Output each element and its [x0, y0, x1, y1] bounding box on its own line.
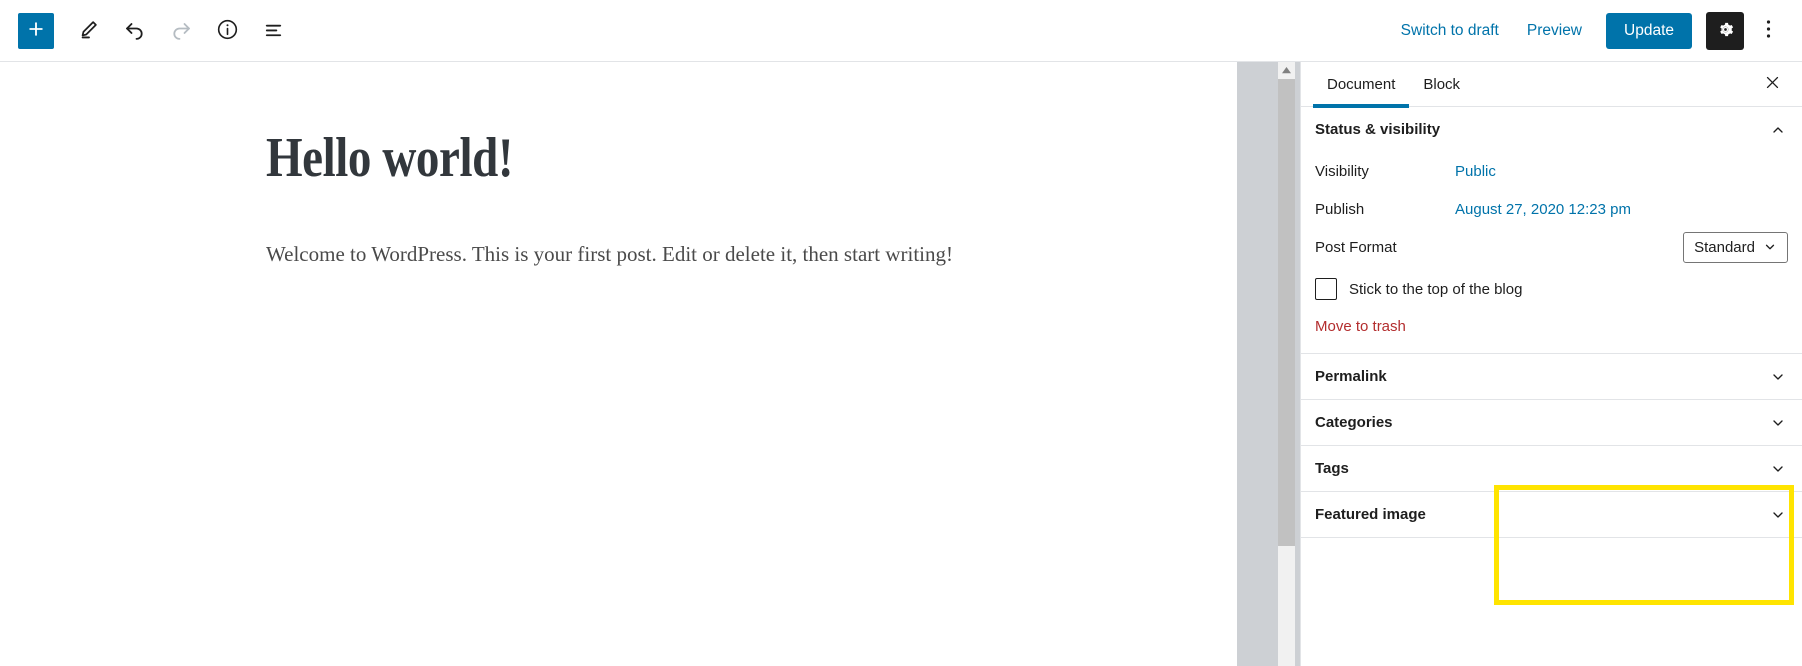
publish-label: Publish: [1315, 200, 1365, 218]
post-title[interactable]: Hello world!: [266, 127, 514, 190]
post-format-selected-value: Standard: [1694, 238, 1755, 256]
redo-button[interactable]: [158, 8, 204, 54]
chevron-down-icon: [1763, 240, 1777, 254]
row-publish: Publish August 27, 2020 12:23 pm: [1315, 190, 1788, 228]
kebab-menu-icon: [1766, 18, 1771, 43]
sticky-label: Stick to the top of the blog: [1349, 280, 1523, 298]
panel-status-and-visibility: Status & visibility Visibility Public Pu…: [1301, 107, 1802, 354]
undo-arrow-icon: [123, 17, 147, 44]
panel-title-categories: Categories: [1315, 414, 1393, 431]
pencil-icon: [78, 18, 100, 43]
post-format-label: Post Format: [1315, 238, 1397, 256]
panel-title-permalink: Permalink: [1315, 368, 1387, 385]
panel-header-status-and-visibility[interactable]: Status & visibility: [1301, 107, 1802, 152]
settings-button[interactable]: [1706, 11, 1744, 50]
chevron-down-icon: [1770, 461, 1786, 477]
panel-header-tags[interactable]: Tags: [1301, 446, 1802, 491]
post-format-select[interactable]: Standard: [1683, 231, 1788, 263]
panel-title-status-and-visibility: Status & visibility: [1315, 121, 1441, 138]
editor-top-toolbar: Switch to draft Preview Update: [0, 0, 1802, 62]
block-inserter-button[interactable]: [18, 12, 54, 49]
redo-arrow-icon: [169, 17, 193, 44]
toolbar-right-group: Switch to draft Preview Update: [1387, 11, 1802, 51]
info-circle-icon: [216, 18, 239, 44]
scroll-up-arrow-icon[interactable]: [1278, 62, 1295, 79]
preview-button[interactable]: Preview: [1513, 14, 1596, 48]
wordpress-block-editor: Switch to draft Preview Update Hello wor…: [0, 0, 1802, 666]
settings-sidebar: Document Block Status & visibility Visib…: [1300, 62, 1802, 666]
panel-header-categories[interactable]: Categories: [1301, 400, 1802, 445]
editor-canvas-region: Hello world! Welcome to WordPress. This …: [0, 62, 1295, 666]
panel-title-tags: Tags: [1315, 460, 1349, 477]
move-to-trash-button[interactable]: Move to trash: [1315, 306, 1406, 339]
close-sidebar-button[interactable]: [1756, 68, 1788, 100]
edit-mode-button[interactable]: [66, 8, 112, 54]
chevron-down-icon: [1770, 507, 1786, 523]
post-content-canvas[interactable]: Hello world! Welcome to WordPress. This …: [0, 62, 1237, 666]
list-view-icon: [262, 18, 285, 44]
toolbar-left-group: [0, 8, 296, 54]
close-icon: [1764, 74, 1781, 94]
chevron-down-icon: [1770, 369, 1786, 385]
plus-icon: [26, 19, 46, 42]
panel-tags: Tags: [1301, 446, 1802, 492]
sidebar-tab-bar: Document Block: [1301, 62, 1802, 108]
tab-document[interactable]: Document: [1313, 62, 1410, 108]
panel-header-featured-image[interactable]: Featured image: [1301, 492, 1802, 537]
scrollbar-thumb[interactable]: [1278, 79, 1295, 546]
chevron-up-icon: [1770, 122, 1786, 138]
chevron-down-icon: [1770, 415, 1786, 431]
editor-vertical-scrollbar[interactable]: [1278, 62, 1295, 666]
visibility-label: Visibility: [1315, 162, 1369, 180]
panel-permalink: Permalink: [1301, 354, 1802, 400]
panel-title-featured-image: Featured image: [1315, 506, 1426, 523]
gear-icon: [1716, 20, 1735, 42]
more-options-button[interactable]: [1750, 11, 1786, 51]
panel-categories: Categories: [1301, 400, 1802, 446]
tab-block[interactable]: Block: [1409, 62, 1474, 107]
sticky-checkbox[interactable]: [1315, 278, 1337, 300]
update-button[interactable]: Update: [1606, 12, 1692, 49]
panel-featured-image: Featured image: [1301, 492, 1802, 538]
content-details-button[interactable]: [204, 8, 250, 54]
panel-header-permalink[interactable]: Permalink: [1301, 354, 1802, 399]
visibility-value-button[interactable]: Public: [1455, 163, 1496, 180]
publish-date-button[interactable]: August 27, 2020 12:23 pm: [1455, 201, 1631, 218]
post-paragraph-block[interactable]: Welcome to WordPress. This is your first…: [266, 238, 953, 272]
switch-to-draft-button[interactable]: Switch to draft: [1387, 14, 1513, 48]
panel-body-status-and-visibility: Visibility Public Publish August 27, 202…: [1301, 152, 1802, 353]
row-post-format: Post Format Standard: [1315, 228, 1788, 266]
row-visibility: Visibility Public: [1315, 152, 1788, 190]
row-sticky: Stick to the top of the blog: [1315, 266, 1788, 306]
undo-button[interactable]: [112, 8, 158, 54]
block-navigation-button[interactable]: [250, 8, 296, 54]
